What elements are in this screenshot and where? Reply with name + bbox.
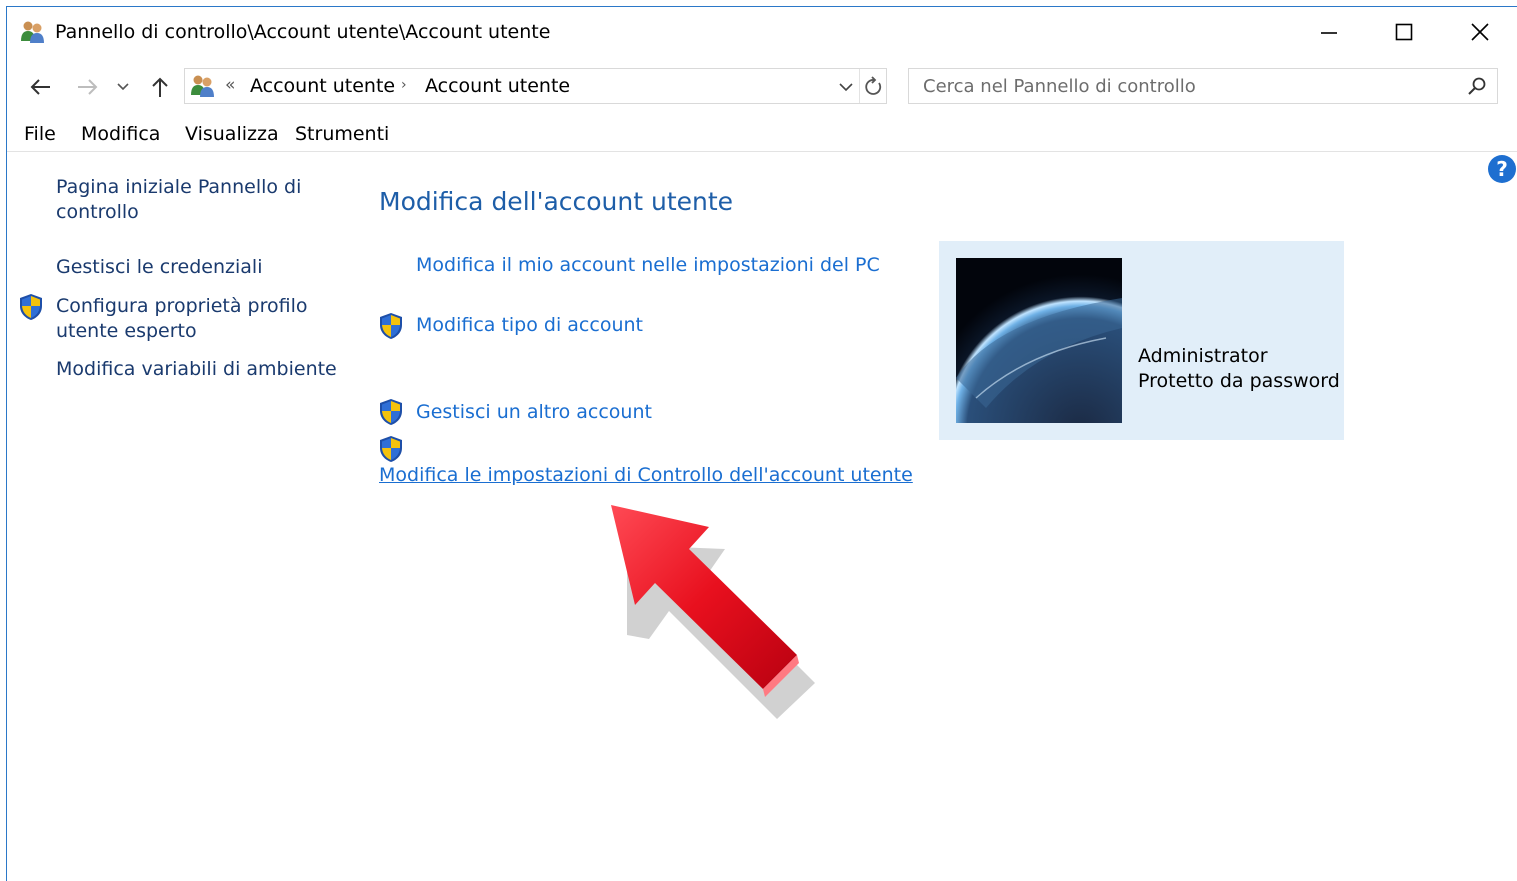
uac-shield-icon [20,294,42,320]
control-panel-home-link[interactable]: Pagina iniziale Pannello di controllo [56,175,301,225]
up-button[interactable] [145,71,175,103]
account-status: Protetto da password [1138,370,1340,392]
link-text: Pagina iniziale Pannello di [56,176,302,198]
link-text: controllo [56,201,139,223]
breadcrumb-overflow[interactable]: « [225,75,235,95]
menu-modifica[interactable]: Modifica [81,123,160,145]
account-picture [956,258,1122,423]
user-accounts-icon [19,19,47,45]
user-accounts-icon [189,73,217,99]
title-bar: Pannello di controllo\Account utente\Acc… [7,7,1517,57]
uac-shield-icon [380,313,402,339]
breadcrumb-account-utente-current[interactable]: Account utente [425,75,570,97]
control-panel-window: Pannello di controllo\Account utente\Acc… [6,6,1517,881]
page-title: Modifica dell'account utente [379,187,734,216]
recent-locations-button[interactable] [113,71,133,103]
forward-button[interactable] [73,71,103,103]
minimize-button[interactable] [1292,7,1366,57]
chevron-down-icon [839,82,853,91]
help-icon[interactable]: ? [1488,155,1516,183]
refresh-button[interactable] [859,69,888,103]
link-text: Configura proprietà profilo [56,295,308,317]
forward-arrow-icon [78,79,98,95]
menu-file[interactable]: File [24,123,56,145]
annotation-arrow-icon [611,505,815,719]
manage-credentials-link[interactable]: Gestisci le credenziali [56,255,263,280]
search-placeholder[interactable]: Cerca nel Pannello di controllo [923,76,1196,97]
breadcrumb-account-utente[interactable]: Account utente [250,75,395,97]
back-button[interactable] [25,71,55,103]
uac-shield-icon [380,436,402,462]
uac-shield-icon [380,399,402,425]
manage-other-account-link[interactable]: Gestisci un altro account [416,401,652,423]
menu-bar: File Modifica Visualizza Strumenti [7,115,1517,152]
environment-variables-link[interactable]: Modifica variabili di ambiente [56,357,337,382]
chevron-down-icon [117,83,129,91]
pc-settings-link[interactable]: Modifica il mio account nelle impostazio… [416,254,880,276]
back-arrow-icon [30,79,50,95]
change-account-type-link[interactable]: Modifica tipo di account [416,314,643,336]
address-dropdown-button[interactable] [835,75,857,99]
close-button[interactable] [1443,7,1517,57]
up-arrow-icon [152,77,168,97]
maximize-button[interactable] [1367,7,1441,57]
advanced-profile-properties-link[interactable]: Configura proprietà profilo utente esper… [56,294,308,344]
refresh-icon [865,76,882,95]
search-box[interactable]: Cerca nel Pannello di controllo [908,68,1498,104]
account-name: Administrator [1138,345,1268,367]
breadcrumb-separator-icon[interactable]: › [401,77,407,93]
search-icon[interactable] [1467,76,1487,100]
menu-visualizza[interactable]: Visualizza [185,123,279,145]
window-title: Pannello di controllo\Account utente\Acc… [55,21,551,43]
menu-strumenti[interactable]: Strumenti [295,123,389,145]
account-tile: Administrator Protetto da password [939,241,1344,440]
link-text: utente esperto [56,320,197,342]
address-bar[interactable]: « Account utente › Account utente [184,68,887,104]
